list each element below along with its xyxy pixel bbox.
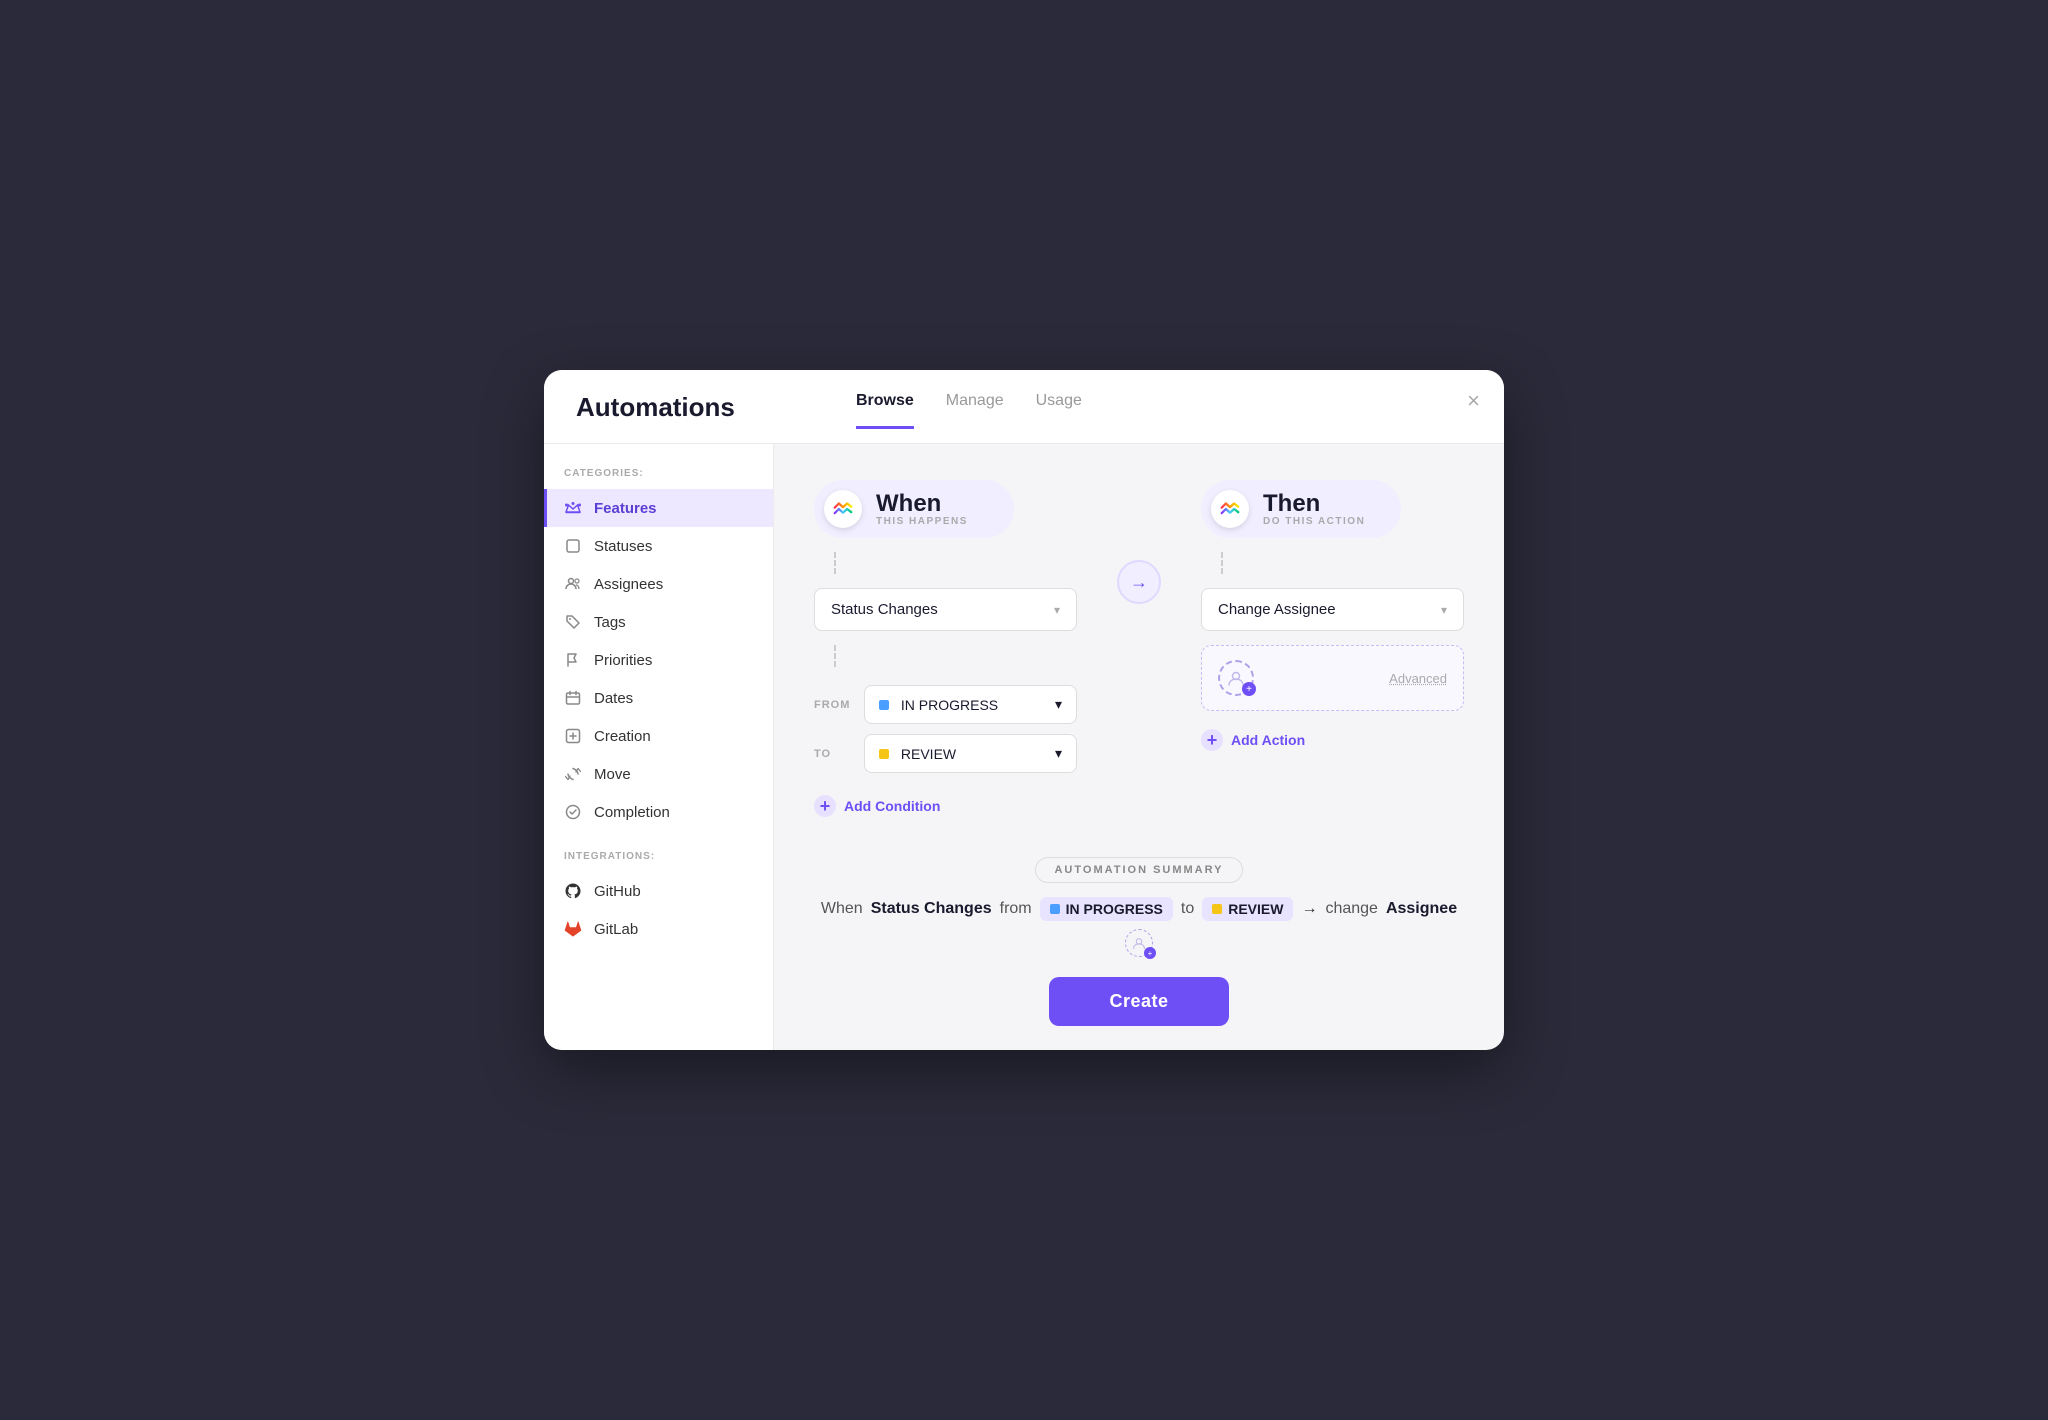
sidebar-item-creation-label: Creation (594, 728, 651, 745)
builder-row: When THIS HAPPENS Status Changes ▾ FROM (814, 480, 1464, 817)
review-badge: REVIEW (1202, 897, 1293, 921)
assignee-icon: + (1218, 660, 1254, 696)
tab-manage[interactable]: Manage (946, 392, 1004, 429)
sidebar-item-completion-label: Completion (594, 804, 670, 821)
square-icon (564, 537, 582, 555)
sidebar-item-priorities[interactable]: Priorities (544, 641, 773, 679)
chevron-down-icon: ▾ (1441, 603, 1447, 617)
calendar-icon (564, 689, 582, 707)
sidebar-item-tags-label: Tags (594, 614, 626, 631)
sidebar-item-github-label: GitHub (594, 883, 641, 900)
summary-assignee-plus-icon: + (1144, 947, 1156, 959)
tab-usage[interactable]: Usage (1036, 392, 1082, 429)
modal-title: Automations (576, 392, 776, 443)
create-btn-row: Create (814, 977, 1464, 1026)
tabs-container: Browse Manage Usage (856, 392, 1082, 429)
sidebar-item-move-label: Move (594, 766, 631, 783)
summary-section: AUTOMATION SUMMARY When Status Changes f… (814, 833, 1464, 1026)
condition-to-row: TO REVIEW ▾ (814, 734, 1077, 773)
move-icon (564, 765, 582, 783)
people-icon (564, 575, 582, 593)
condition-from-row: FROM IN PROGRESS ▾ (814, 685, 1077, 724)
chevron-down-icon: ▾ (1054, 603, 1060, 617)
sidebar-item-assignees[interactable]: Assignees (544, 565, 773, 603)
summary-label: AUTOMATION SUMMARY (1035, 857, 1242, 883)
automations-modal: Automations Browse Manage Usage × CATEGO… (544, 370, 1504, 1050)
create-button[interactable]: Create (1049, 977, 1228, 1026)
dashed-line-3 (1221, 552, 1223, 574)
review-summary-dot (1212, 904, 1222, 914)
assignee-area: + Advanced (1201, 645, 1464, 711)
gitlab-icon (564, 920, 582, 938)
when-header: When THIS HAPPENS (814, 480, 1014, 538)
modal-body: CATEGORIES: Features (544, 444, 1504, 1050)
summary-label-row: AUTOMATION SUMMARY (814, 857, 1464, 883)
to-select[interactable]: REVIEW ▾ (864, 734, 1077, 773)
sidebar-item-dates[interactable]: Dates (544, 679, 773, 717)
sidebar-item-statuses[interactable]: Statuses (544, 527, 773, 565)
then-header: Then DO THIS ACTION (1201, 480, 1401, 538)
sidebar: CATEGORIES: Features (544, 444, 774, 1050)
main-content: When THIS HAPPENS Status Changes ▾ FROM (774, 444, 1504, 1050)
sidebar-item-completion[interactable]: Completion (544, 793, 773, 831)
condition-rows: FROM IN PROGRESS ▾ TO (814, 685, 1077, 773)
tab-browse[interactable]: Browse (856, 392, 914, 429)
sidebar-item-features[interactable]: Features (544, 489, 773, 527)
sidebar-item-move[interactable]: Move (544, 755, 773, 793)
add-action-button[interactable]: + Add Action (1201, 729, 1464, 751)
flag-icon (564, 651, 582, 669)
add-icon: + (1201, 729, 1223, 751)
sidebar-item-features-label: Features (594, 500, 657, 517)
sidebar-item-gitlab[interactable]: GitLab (544, 910, 773, 948)
in-progress-badge: IN PROGRESS (1040, 897, 1173, 921)
tag-icon (564, 613, 582, 631)
chevron-down-icon: ▾ (1055, 745, 1062, 762)
summary-arrow-icon: → (1301, 900, 1317, 918)
assignee-plus-icon: + (1242, 682, 1256, 696)
review-dot (879, 749, 889, 759)
add-condition-button[interactable]: + Add Condition (814, 795, 1077, 817)
github-icon (564, 882, 582, 900)
sidebar-item-gitlab-label: GitLab (594, 921, 638, 938)
close-button[interactable]: × (1467, 390, 1480, 412)
add-icon: + (814, 795, 836, 817)
sidebar-item-assignees-label: Assignees (594, 576, 663, 593)
plus-box-icon (564, 727, 582, 745)
then-logo (1211, 490, 1249, 528)
arrow-circle: → (1117, 560, 1161, 604)
advanced-link[interactable]: Advanced (1389, 671, 1447, 686)
action-select[interactable]: Change Assignee ▾ (1201, 588, 1464, 631)
when-subheading: THIS HAPPENS (876, 516, 968, 527)
sidebar-item-github[interactable]: GitHub (544, 872, 773, 910)
sidebar-item-creation[interactable]: Creation (544, 717, 773, 755)
dashed-line-1 (834, 552, 836, 574)
when-panel: When THIS HAPPENS Status Changes ▾ FROM (814, 480, 1077, 817)
from-select[interactable]: IN PROGRESS ▾ (864, 685, 1077, 724)
from-label: FROM (814, 699, 854, 711)
crown-icon (564, 499, 582, 517)
sidebar-item-priorities-label: Priorities (594, 652, 652, 669)
sidebar-item-statuses-label: Statuses (594, 538, 652, 555)
integrations-label: INTEGRATIONS: (544, 851, 773, 872)
chevron-down-icon: ▾ (1055, 696, 1062, 713)
when-heading: When (876, 492, 968, 516)
when-logo (824, 490, 862, 528)
summary-text: When Status Changes from IN PROGRESS to … (814, 897, 1464, 957)
sidebar-item-tags[interactable]: Tags (544, 603, 773, 641)
then-heading: Then (1263, 492, 1365, 516)
arrow-separator: → (1117, 480, 1161, 604)
sidebar-item-dates-label: Dates (594, 690, 633, 707)
check-circle-icon (564, 803, 582, 821)
trigger-select[interactable]: Status Changes ▾ (814, 588, 1077, 631)
to-label: TO (814, 748, 854, 760)
modal-header: Automations Browse Manage Usage × (544, 370, 1504, 444)
summary-assignee-icon: + (1125, 929, 1153, 957)
dashed-line-2 (834, 645, 836, 667)
then-subheading: DO THIS ACTION (1263, 516, 1365, 527)
then-panel: Then DO THIS ACTION Change Assignee ▾ (1201, 480, 1464, 751)
in-progress-dot (879, 700, 889, 710)
in-progress-summary-dot (1050, 904, 1060, 914)
categories-label: CATEGORIES: (544, 468, 773, 489)
